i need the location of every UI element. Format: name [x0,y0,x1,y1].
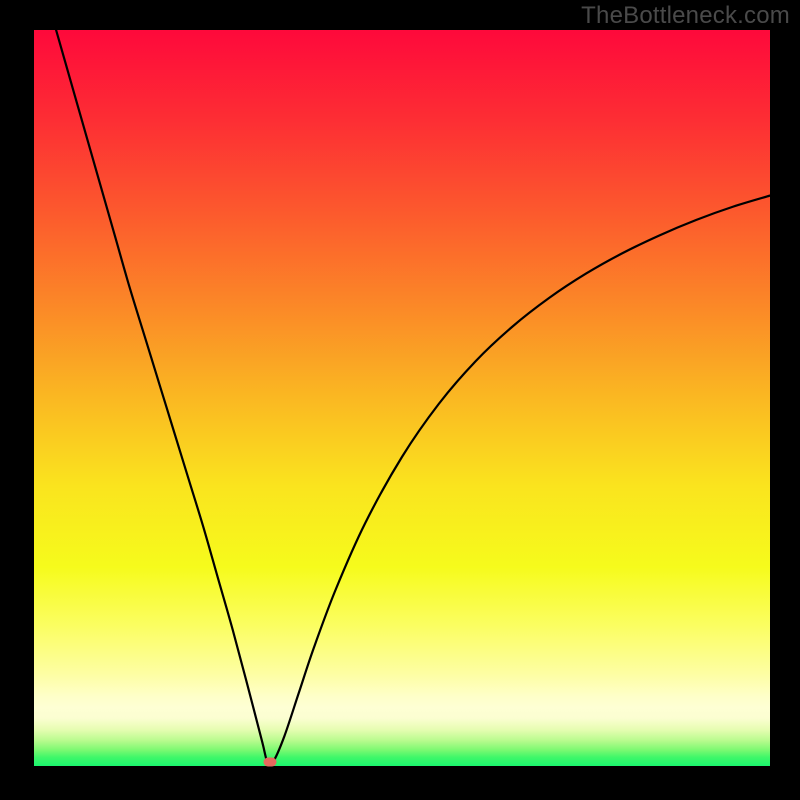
gradient-background [34,30,770,766]
plot-svg [34,30,770,766]
chart-frame: TheBottleneck.com [0,0,800,800]
optimal-point-marker [263,757,276,766]
watermark-text: TheBottleneck.com [581,2,790,30]
plot-area [34,30,770,766]
